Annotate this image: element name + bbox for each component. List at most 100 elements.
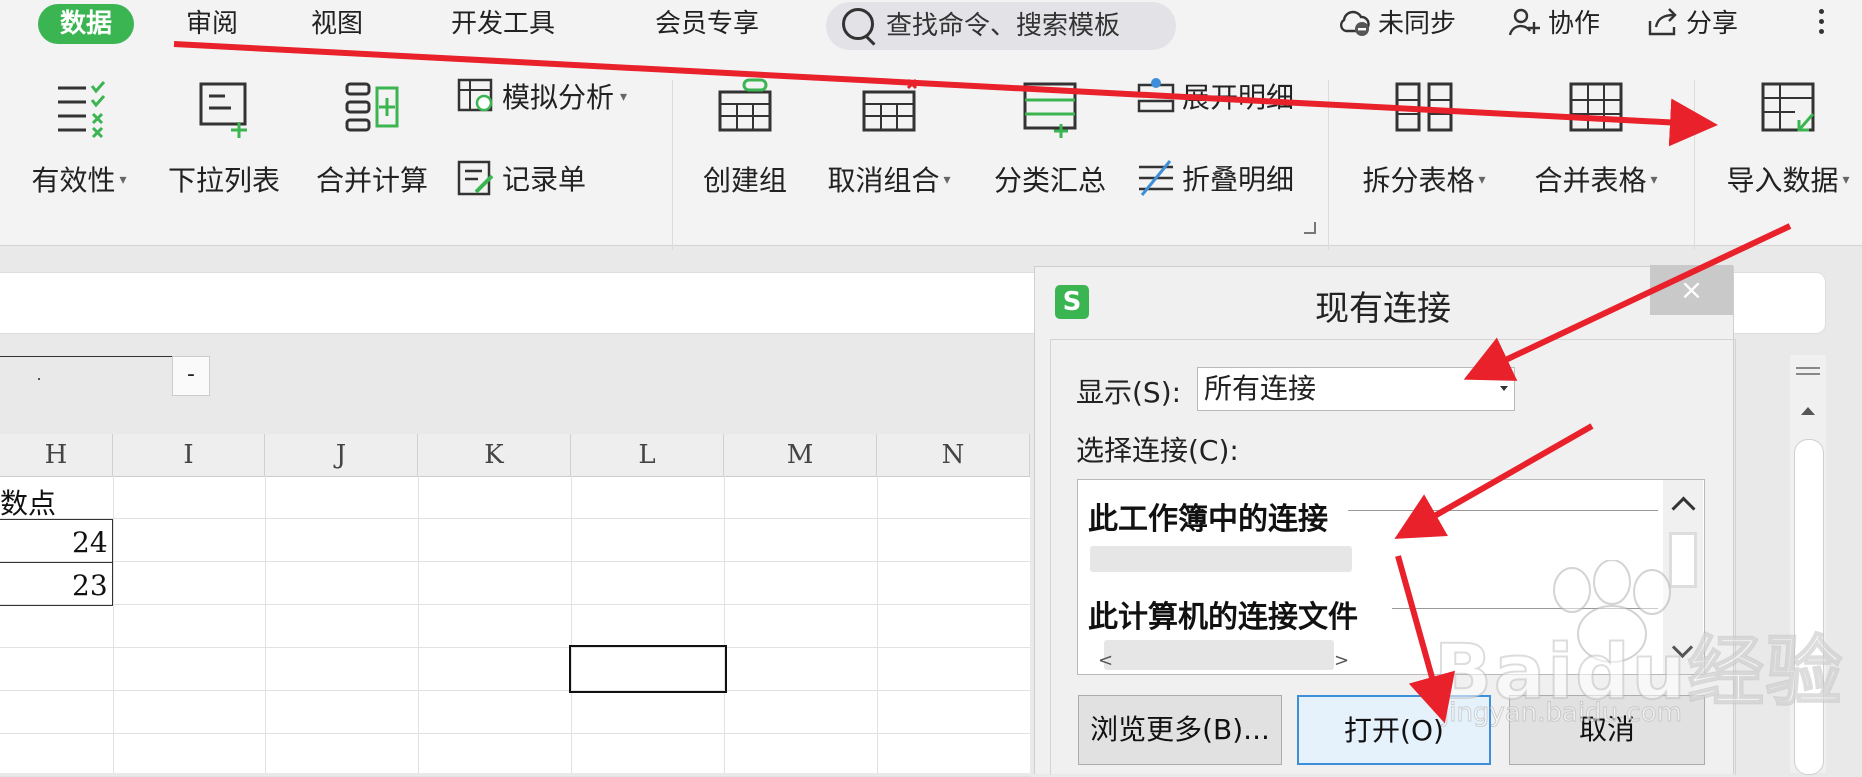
import-data-label: 导入数据: [1726, 164, 1839, 197]
merge-table-icon: [1569, 82, 1623, 132]
table-row: [0, 734, 1030, 777]
browse-more-button[interactable]: 浏览更多(B)...: [1078, 695, 1282, 765]
scroll-up-icon[interactable]: [1801, 407, 1815, 415]
what-if-analysis-button[interactable]: 模拟分析 ▾: [456, 76, 627, 116]
chevron-down-icon: ▾: [1478, 172, 1486, 188]
ribbon-divider: [1694, 80, 1695, 250]
dropdown-list-button[interactable]: 下拉列表: [160, 78, 288, 199]
column-header-row: H I J K L M N: [0, 434, 1030, 477]
col-header-m[interactable]: M: [724, 434, 877, 476]
record-form-icon: [457, 160, 494, 196]
select-connection-label: 选择连接(C):: [1076, 434, 1239, 467]
validity-label: 有效性: [31, 164, 116, 197]
share-button[interactable]: 分享: [1646, 4, 1738, 44]
collab-button[interactable]: 协作: [1508, 4, 1600, 44]
col-header-n[interactable]: N: [877, 434, 1030, 476]
collab-label: 协作: [1548, 9, 1601, 39]
name-box-toggle-button[interactable]: -: [172, 356, 210, 396]
show-select[interactable]: 所有连接: [1197, 367, 1515, 411]
share-label: 分享: [1686, 9, 1739, 39]
tab-data[interactable]: 数据: [38, 4, 135, 44]
table-row: [0, 648, 1030, 691]
show-select-value: 所有连接: [1204, 372, 1317, 405]
split-table-icon: [1395, 82, 1453, 132]
tab-member[interactable]: 会员专享: [655, 4, 759, 44]
tab-view[interactable]: 视图: [311, 4, 363, 44]
ungroup-icon: [862, 78, 918, 132]
ungroup-button[interactable]: 取消组合 ▾: [816, 78, 962, 199]
col-header-j[interactable]: J: [265, 434, 418, 476]
close-button[interactable]: ×: [1650, 265, 1733, 315]
subtotal-icon: [1023, 82, 1077, 138]
chevron-down-icon: ▾: [943, 172, 951, 188]
ribbon: 有效性 ▾ 下拉列表 合并计算 模拟分析 ▾ 记录单 创建组 取消组合 ▾ 分类…: [0, 50, 1862, 250]
ribbon-divider: [1328, 80, 1329, 250]
split-table-button[interactable]: 拆分表格 ▾: [1350, 78, 1498, 199]
ribbon-divider: [672, 80, 673, 250]
collapse-detail-label: 折叠明细: [1182, 163, 1295, 196]
cell-h2[interactable]: 24: [72, 526, 108, 559]
chevron-down-icon: ▾: [1842, 172, 1850, 188]
group-header-computer: 此计算机的连接文件: [1088, 600, 1358, 635]
watermark-url: jingyan.baidu.com: [1442, 698, 1683, 729]
record-form-button[interactable]: 记录单: [456, 158, 586, 198]
ungroup-label: 取消组合: [827, 164, 940, 197]
grid-column-line: [724, 476, 725, 773]
sync-status[interactable]: 未同步: [1338, 4, 1456, 44]
grid-column-line: [877, 476, 878, 773]
list-item[interactable]: [1104, 640, 1334, 670]
scroll-right-icon[interactable]: >: [1334, 650, 1349, 671]
scroll-thumb[interactable]: [1669, 532, 1697, 588]
subtotal-button[interactable]: 分类汇总: [986, 78, 1114, 199]
create-group-icon: [718, 78, 772, 132]
sync-label: 未同步: [1378, 9, 1457, 39]
chevron-down-icon: ▾: [119, 172, 127, 188]
more-vertical-icon[interactable]: [1816, 4, 1826, 44]
search-box[interactable]: 查找命令、搜索模板: [826, 2, 1176, 50]
validity-button[interactable]: 有效性 ▾: [20, 78, 138, 199]
grid-column-line: [113, 476, 114, 773]
group-header-workbook: 此工作簿中的连接: [1088, 502, 1328, 537]
col-header-h[interactable]: H: [0, 434, 113, 476]
chevron-down-icon: ▾: [1650, 172, 1658, 188]
create-group-label: 创建组: [702, 164, 787, 197]
chevron-down-icon: ▾: [620, 89, 628, 105]
merge-table-label: 合并表格: [1534, 164, 1647, 197]
wps-logo-icon: S: [1055, 285, 1089, 319]
expand-detail-button[interactable]: 展开明细: [1136, 76, 1294, 116]
selected-cell[interactable]: [569, 645, 727, 693]
chevron-up-icon[interactable]: [1671, 496, 1696, 521]
expand-detail-icon: [1137, 78, 1175, 113]
grid-column-line: [418, 476, 419, 773]
consolidate-icon: [345, 82, 399, 132]
consolidate-button[interactable]: 合并计算: [308, 78, 436, 199]
show-label: 显示(S):: [1076, 376, 1182, 409]
col-header-k[interactable]: K: [418, 434, 571, 476]
table-row: [0, 691, 1030, 734]
scroll-left-icon[interactable]: <: [1098, 650, 1113, 671]
tab-review[interactable]: 审阅: [186, 4, 238, 44]
col-header-i[interactable]: I: [113, 434, 265, 476]
list-item[interactable]: [1090, 546, 1352, 572]
merge-table-button[interactable]: 合并表格 ▾: [1522, 78, 1670, 199]
import-data-button[interactable]: 导入数据 ▾: [1714, 78, 1862, 199]
search-placeholder: 查找命令、搜索模板: [886, 11, 1121, 41]
table-row: [0, 476, 1030, 519]
dialog-launcher-icon[interactable]: [1304, 222, 1316, 234]
scroll-thumb[interactable]: [1794, 439, 1824, 775]
col-header-l[interactable]: L: [571, 434, 724, 476]
validity-icon: [58, 81, 106, 139]
name-box[interactable]: -: [0, 350, 210, 396]
table-row: [0, 562, 1030, 605]
what-if-icon: [457, 78, 493, 112]
record-form-label: 记录单: [502, 163, 587, 196]
tab-developer[interactable]: 开发工具: [451, 4, 555, 44]
cell-h3[interactable]: 23: [72, 569, 108, 602]
dropdown-list-label: 下拉列表: [167, 164, 280, 197]
create-group-button[interactable]: 创建组: [695, 78, 795, 199]
consolidate-label: 合并计算: [315, 164, 428, 197]
grid-column-line: [571, 476, 572, 773]
collapse-detail-button[interactable]: 折叠明细: [1136, 158, 1294, 198]
chevron-down-icon: [1500, 386, 1508, 391]
cell-h1[interactable]: 数点: [0, 482, 56, 522]
